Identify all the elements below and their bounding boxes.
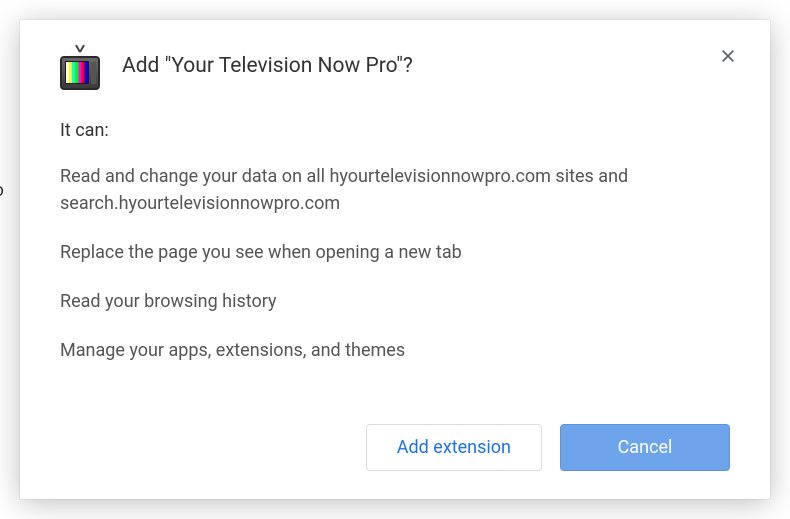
cancel-button[interactable]: Cancel	[560, 424, 730, 471]
dialog-title: Add "Your Television Now Pro"?	[122, 48, 730, 81]
add-extension-button[interactable]: Add extension	[366, 424, 542, 471]
close-icon	[719, 47, 737, 65]
permission-item: Read your browsing history	[60, 288, 730, 315]
extension-tv-icon	[60, 50, 100, 90]
permission-item: Replace the page you see when opening a …	[60, 239, 730, 266]
dialog-header: Add "Your Television Now Pro"?	[60, 48, 730, 90]
permissions-section: It can: Read and change your data on all…	[60, 120, 730, 414]
permissions-intro: It can:	[60, 120, 730, 141]
bg-fragment: sio	[0, 180, 4, 201]
extension-install-dialog: Add "Your Television Now Pro"? It can: R…	[20, 20, 770, 499]
permission-item: Read and change your data on all hyourte…	[60, 163, 730, 217]
permission-item: Manage your apps, extensions, and themes	[60, 337, 730, 364]
close-button[interactable]	[714, 42, 742, 70]
dialog-actions: Add extension Cancel	[60, 424, 730, 471]
